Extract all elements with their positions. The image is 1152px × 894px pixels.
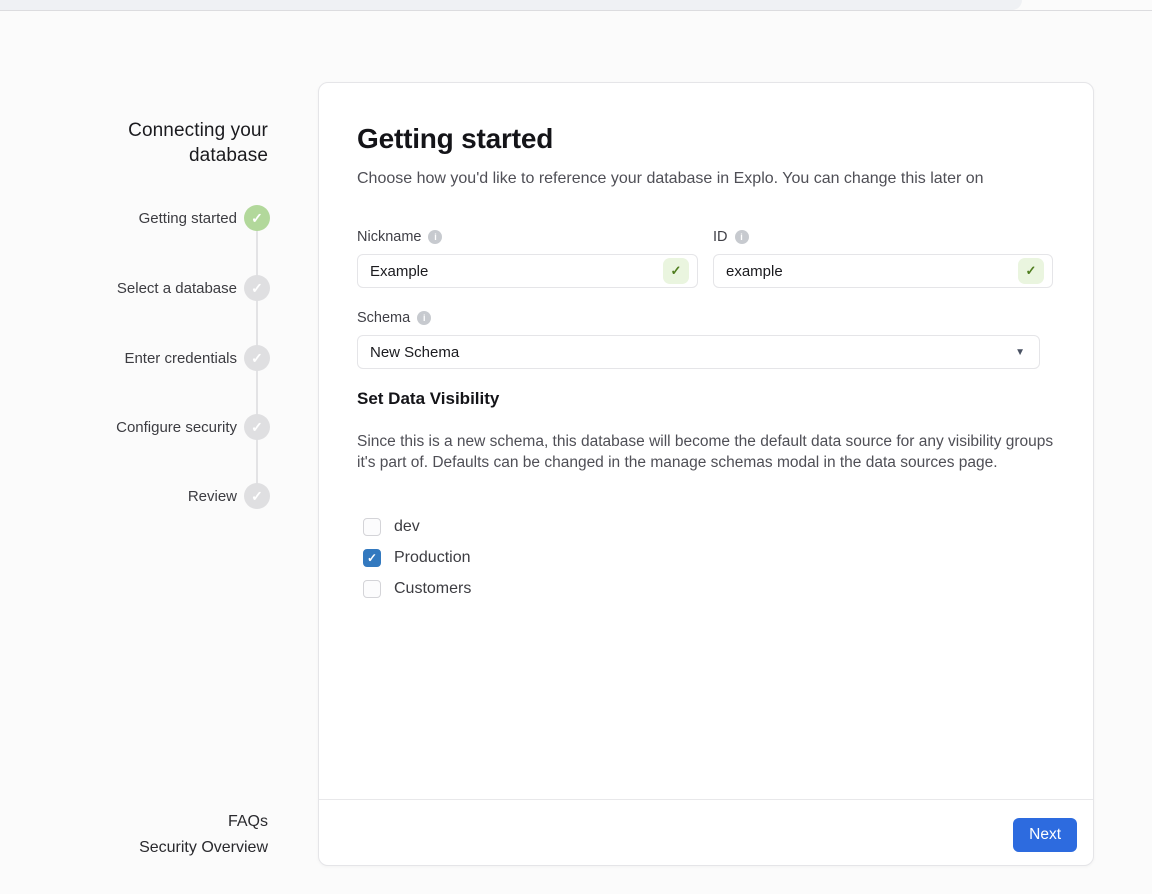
info-icon[interactable]: i (428, 230, 442, 244)
step-label-getting-started[interactable]: Getting started (139, 210, 237, 227)
schema-label: Schema (357, 310, 410, 326)
step-label-configure-security[interactable]: Configure security (116, 419, 237, 436)
check-icon: ✓ (251, 281, 263, 295)
id-label: ID (713, 229, 728, 245)
step-check-icon[interactable]: ✓ (244, 275, 270, 301)
id-valid-badge: ✓ (1018, 258, 1044, 284)
info-icon[interactable]: i (735, 230, 749, 244)
checkbox-checked[interactable]: ✓ (363, 549, 381, 567)
security-overview-link[interactable]: Security Overview (139, 839, 268, 857)
next-button[interactable]: Next (1013, 818, 1077, 852)
chevron-down-icon: ▼ (1015, 347, 1025, 358)
screen: Connecting your database Getting started… (0, 0, 1152, 894)
wizard-title: Connecting your database (48, 118, 268, 168)
visibility-group-production[interactable]: ✓ Production (363, 549, 471, 567)
visibility-group-dev[interactable]: dev (363, 518, 420, 536)
info-glyph: i (740, 232, 743, 242)
browser-chrome-strip (0, 0, 1022, 10)
step-check-icon[interactable]: ✓ (244, 345, 270, 371)
checkbox-label: Customers (394, 580, 471, 598)
check-icon: ✓ (1026, 263, 1037, 279)
schema-label-row: Schema i (357, 310, 431, 326)
checkbox-label: dev (394, 518, 420, 536)
info-icon[interactable]: i (417, 311, 431, 325)
step-label-enter-credentials[interactable]: Enter credentials (124, 350, 237, 367)
step-check-icon[interactable]: ✓ (244, 414, 270, 440)
data-visibility-description: Since this is a new schema, this databas… (357, 431, 1057, 473)
card-footer-divider (319, 799, 1093, 800)
nickname-input[interactable] (357, 254, 698, 288)
checkbox-label: Production (394, 549, 471, 567)
visibility-group-customers[interactable]: Customers (363, 580, 471, 598)
step-label-select-database[interactable]: Select a database (117, 280, 237, 297)
check-icon: ✓ (251, 351, 263, 365)
check-icon: ✓ (671, 263, 682, 279)
checkbox-unchecked[interactable] (363, 580, 381, 598)
check-icon: ✓ (251, 489, 263, 503)
check-icon: ✓ (367, 551, 377, 565)
wizard-sidebar: Connecting your database Getting started… (0, 11, 318, 894)
page-subtitle: Choose how you'd like to reference your … (357, 170, 1057, 188)
step-check-icon[interactable]: ✓ (244, 483, 270, 509)
step-label-review[interactable]: Review (188, 488, 237, 505)
data-visibility-heading: Set Data Visibility (357, 389, 499, 409)
id-label-row: ID i (713, 229, 749, 245)
schema-select-value: New Schema (370, 344, 1015, 361)
nickname-valid-badge: ✓ (663, 258, 689, 284)
schema-select[interactable]: New Schema ▼ (357, 335, 1040, 369)
step-check-icon[interactable]: ✓ (244, 205, 270, 231)
check-icon: ✓ (251, 420, 263, 434)
nickname-label-row: Nickname i (357, 229, 442, 245)
page-title: Getting started (357, 123, 553, 155)
checkbox-unchecked[interactable] (363, 518, 381, 536)
id-input[interactable] (713, 254, 1053, 288)
check-icon: ✓ (251, 211, 263, 225)
getting-started-card: Getting started Choose how you'd like to… (318, 82, 1094, 866)
faqs-link[interactable]: FAQs (228, 813, 268, 831)
info-glyph: i (423, 313, 426, 323)
nickname-label: Nickname (357, 229, 421, 245)
info-glyph: i (434, 232, 437, 242)
